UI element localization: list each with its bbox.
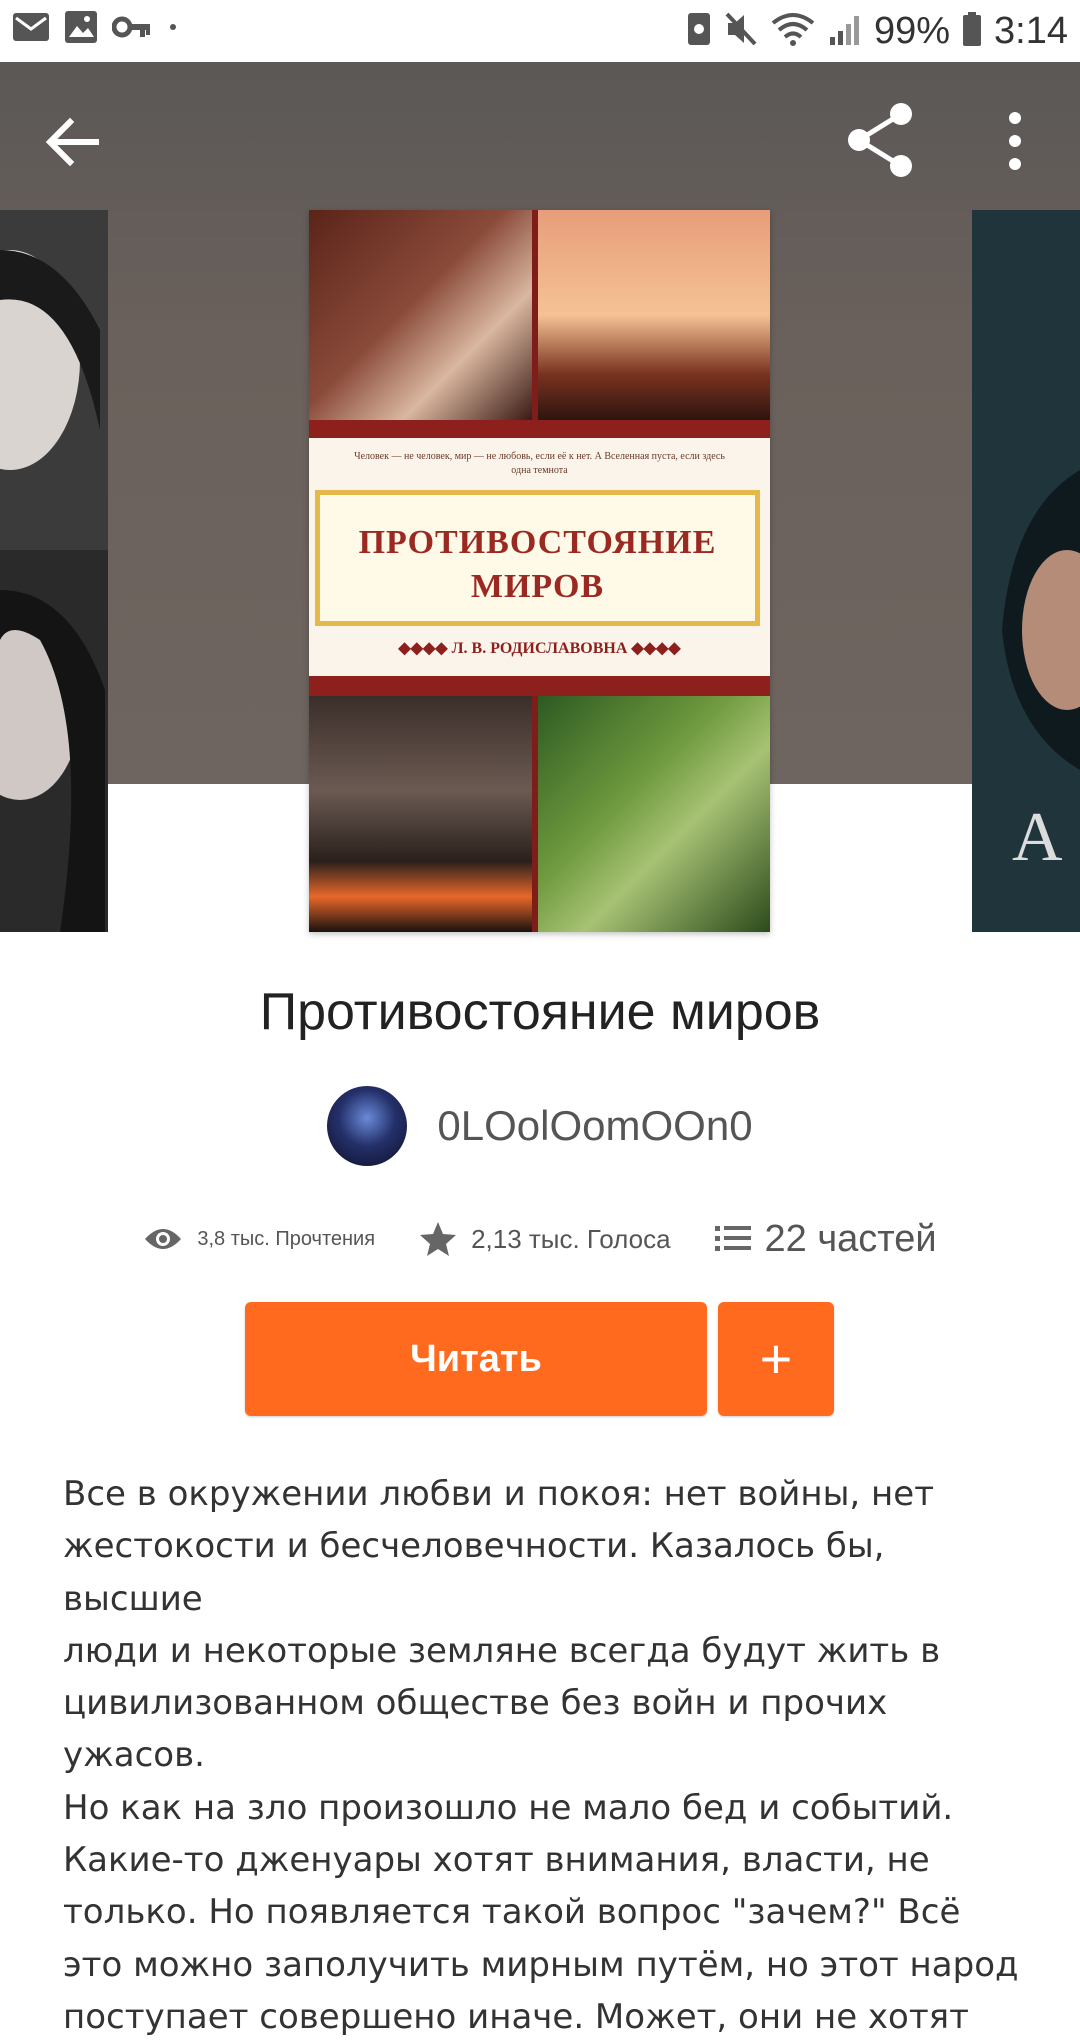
cover-city-fire-image xyxy=(309,696,533,932)
share-button[interactable] xyxy=(845,102,915,178)
cover-author: ◆◆◆◆ Л. В. РОДИСЛАВОВНА ◆◆◆◆ xyxy=(398,640,681,657)
cover-top-images xyxy=(309,210,770,420)
more-options-button[interactable] xyxy=(995,106,1035,176)
mail-icon xyxy=(12,10,50,49)
wifi-icon xyxy=(770,11,816,52)
story-description: Все в окружении любви и покоя: нет войны… xyxy=(63,1474,1019,2037)
cover-band xyxy=(309,420,770,438)
reads-stat: 3,8 тыс. Прочтения xyxy=(143,1225,375,1253)
cover-tagline: Человек — не человек, мир — не любовь, е… xyxy=(354,451,725,476)
star-icon xyxy=(420,1222,457,1256)
parts-stat[interactable]: 22 частей xyxy=(714,1218,937,1261)
parts-count[interactable]: 22 частей xyxy=(765,1218,937,1261)
cover-title-panel: Человек — не человек, мир — не любовь, е… xyxy=(309,438,770,676)
cover-bottom-images xyxy=(309,696,770,932)
back-button[interactable] xyxy=(40,110,104,174)
share-icon xyxy=(848,103,912,177)
signal-icon xyxy=(828,11,862,52)
cover-embrace-image xyxy=(309,210,533,420)
app-bar xyxy=(0,62,1080,210)
eye-icon xyxy=(145,1229,182,1249)
battery-percent: 99% xyxy=(873,9,951,52)
read-button[interactable]: Читать xyxy=(245,1302,707,1416)
back-arrow-icon xyxy=(45,117,99,167)
story-stats: 3,8 тыс. Прочтения 2,13 тыс. Голоса 22 ч… xyxy=(0,1212,1080,1266)
nfc-icon xyxy=(686,11,712,52)
story-cover[interactable]: Человек — не человек, мир — не любовь, е… xyxy=(309,210,770,932)
key-icon xyxy=(111,12,152,47)
add-to-library-button[interactable]: + xyxy=(718,1302,834,1416)
mute-icon xyxy=(724,11,758,52)
story-title: Противостояние миров xyxy=(259,983,821,1041)
votes-count: 2,13 тыс. Голоса xyxy=(471,1223,671,1254)
cover-title-line2: МИРОВ xyxy=(470,568,605,605)
more-vert-icon xyxy=(1009,112,1021,170)
author-link[interactable]: 0LOolOomOOn0 xyxy=(0,1085,1080,1167)
author-name[interactable]: 0LOolOomOOn0 xyxy=(437,1102,752,1150)
next-story-cover[interactable]: A xyxy=(972,210,1080,932)
cover-archer-image xyxy=(532,696,770,932)
reads-count: 3,8 тыс. Прочтения xyxy=(197,1227,376,1250)
svg-text:A: A xyxy=(1012,799,1063,876)
image-icon xyxy=(64,10,98,49)
clock: 3:14 xyxy=(994,9,1068,52)
cover-title-line1: ПРОТИВОСТОЯНИЕ xyxy=(358,524,717,561)
battery-icon xyxy=(962,11,982,52)
previous-story-cover[interactable] xyxy=(0,210,108,932)
list-icon xyxy=(714,1226,751,1251)
cover-title-frame: ПРОТИВОСТОЯНИЕ МИРОВ xyxy=(315,490,760,626)
cover-sunset-image xyxy=(532,210,770,420)
dot-icon xyxy=(166,12,180,47)
status-bar: 99% 3:14 xyxy=(0,0,1080,62)
cover-band-lower xyxy=(309,676,770,696)
author-avatar[interactable] xyxy=(327,1086,408,1166)
votes-stat: 2,13 тыс. Голоса xyxy=(419,1221,671,1257)
cover-title: ПРОТИВОСТОЯНИЕ МИРОВ xyxy=(320,521,755,609)
